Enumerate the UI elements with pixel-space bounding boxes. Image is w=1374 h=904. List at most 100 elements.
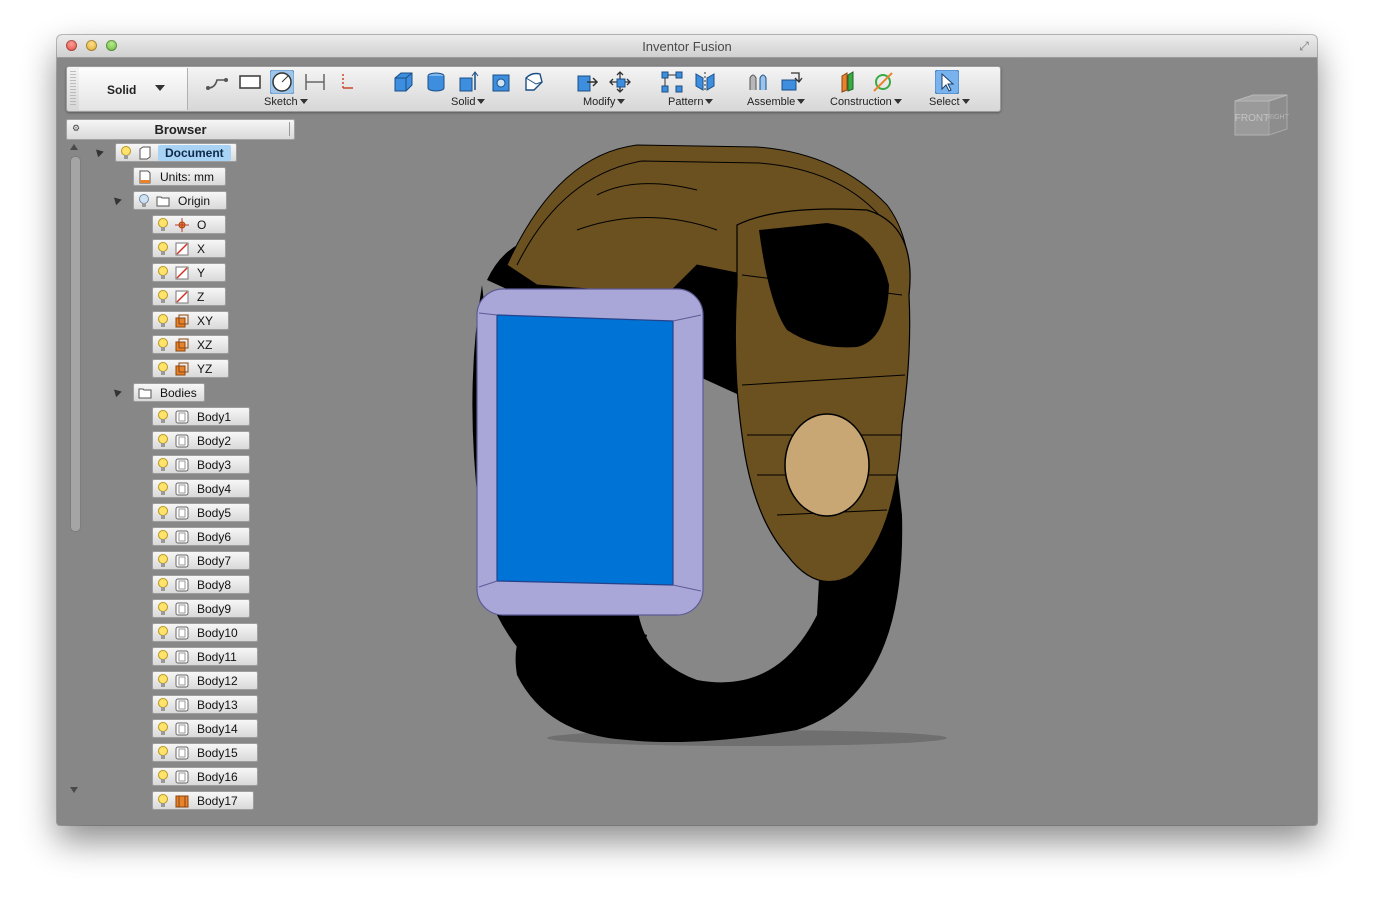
tree-node-label: Z xyxy=(197,289,205,304)
mirror-icon[interactable] xyxy=(693,70,717,94)
tree-node-label: Body3 xyxy=(197,457,232,472)
group-label-modify[interactable]: Modify xyxy=(583,96,626,108)
viewcube[interactable]: FRONT RIGHT xyxy=(1229,91,1295,145)
tree-node-body[interactable]: Body4 xyxy=(152,479,250,498)
tree-node-units[interactable]: Units: mm xyxy=(133,167,226,186)
tree-node-document[interactable]: Document xyxy=(115,143,237,162)
tree-node-body[interactable]: Body3 xyxy=(152,455,250,474)
tree-node-body[interactable]: Body6 xyxy=(152,527,250,546)
tree-node-body[interactable]: Body9 xyxy=(152,599,250,618)
visibility-bulb-icon[interactable] xyxy=(157,265,169,280)
body-icon xyxy=(175,795,189,807)
visibility-bulb-icon[interactable] xyxy=(157,313,169,328)
group-label-sketch[interactable]: Sketch xyxy=(264,96,308,108)
revolve-icon[interactable] xyxy=(489,70,513,94)
move-icon[interactable] xyxy=(608,70,632,94)
tree-node-body[interactable]: Body10 xyxy=(152,623,258,642)
scroll-down-icon[interactable] xyxy=(70,787,78,793)
group-label-pattern[interactable]: Pattern xyxy=(668,96,714,108)
tree-node-plane-xy[interactable]: XY xyxy=(152,311,229,330)
sketch-rectangle-icon[interactable] xyxy=(238,70,262,94)
sketch-dimension-icon[interactable] xyxy=(303,70,327,94)
visibility-bulb-icon[interactable] xyxy=(157,697,169,712)
work-axis-icon[interactable] xyxy=(871,70,895,94)
tree-node-body[interactable]: Body16 xyxy=(152,767,258,786)
tree-node-plane-xz[interactable]: XZ xyxy=(152,335,229,354)
select-arrow-icon[interactable] xyxy=(935,70,959,94)
cylinder-icon[interactable] xyxy=(424,70,448,94)
visibility-bulb-icon[interactable] xyxy=(157,433,169,448)
tree-node-body[interactable]: Body17 xyxy=(152,791,254,810)
group-label-construction[interactable]: Construction xyxy=(830,96,902,108)
expander-bodies-icon[interactable] xyxy=(111,386,122,398)
tree-node-body[interactable]: Body15 xyxy=(152,743,258,762)
visibility-bulb-icon[interactable] xyxy=(157,745,169,760)
visibility-bulb-icon[interactable] xyxy=(157,361,169,376)
visibility-bulb-icon[interactable] xyxy=(157,673,169,688)
rectangular-pattern-icon[interactable] xyxy=(660,70,684,94)
visibility-bulb-icon[interactable] xyxy=(157,529,169,544)
sketch-constraint-icon[interactable] xyxy=(335,70,359,94)
visibility-bulb-icon[interactable] xyxy=(157,217,169,232)
axis-icon xyxy=(175,290,189,303)
visibility-bulb-icon[interactable] xyxy=(157,625,169,640)
visibility-bulb-icon[interactable] xyxy=(157,793,169,808)
tree-node-body[interactable]: Body11 xyxy=(152,647,258,666)
tree-node-origin-point[interactable]: O xyxy=(152,215,226,234)
tree-node-body[interactable]: Body12 xyxy=(152,671,258,690)
visibility-bulb-icon[interactable] xyxy=(157,505,169,520)
tree-node-plane-yz[interactable]: YZ xyxy=(152,359,229,378)
3d-viewport[interactable] xyxy=(397,135,997,765)
tree-node-bodies[interactable]: Bodies xyxy=(133,383,205,402)
press-pull-icon[interactable] xyxy=(575,70,599,94)
visibility-bulb-icon[interactable] xyxy=(120,145,132,160)
tree-node-axis-x[interactable]: X xyxy=(152,239,226,258)
visibility-bulb-icon[interactable] xyxy=(157,649,169,664)
tree-node-body[interactable]: Body13 xyxy=(152,695,258,714)
constrain-icon[interactable] xyxy=(746,70,770,94)
tree-node-body[interactable]: Body7 xyxy=(152,551,250,570)
visibility-bulb-icon[interactable] xyxy=(157,457,169,472)
group-label-solid[interactable]: Solid xyxy=(451,96,486,108)
tree-node-body[interactable]: Body8 xyxy=(152,575,250,594)
scroll-thumb[interactable] xyxy=(70,156,81,532)
sketch-circle-icon[interactable] xyxy=(270,70,294,94)
sketch-line-icon[interactable] xyxy=(205,70,229,94)
visibility-bulb-icon[interactable] xyxy=(157,601,169,616)
scroll-up-icon[interactable] xyxy=(70,144,78,150)
panel-resize-handle[interactable] xyxy=(289,122,293,136)
visibility-bulb-icon[interactable] xyxy=(157,481,169,496)
browser-scrollbar[interactable] xyxy=(68,142,81,795)
box-icon[interactable] xyxy=(391,70,415,94)
visibility-bulb-icon[interactable] xyxy=(157,289,169,304)
viewcube-front-face[interactable]: FRONT xyxy=(1235,113,1269,124)
tree-node-body[interactable]: Body14 xyxy=(152,719,258,738)
viewcube-right-face[interactable]: RIGHT xyxy=(1267,114,1290,121)
tree-node-axis-z[interactable]: Z xyxy=(152,287,226,306)
visibility-bulb-icon[interactable] xyxy=(157,769,169,784)
visibility-bulb-icon[interactable] xyxy=(157,721,169,736)
visibility-bulb-icon[interactable] xyxy=(157,553,169,568)
loft-icon[interactable] xyxy=(522,70,546,94)
visibility-bulb-icon[interactable] xyxy=(157,241,169,256)
insert-component-icon[interactable] xyxy=(779,70,803,94)
work-plane-icon[interactable] xyxy=(838,70,862,94)
visibility-bulb-icon[interactable] xyxy=(157,409,169,424)
expander-document-icon[interactable] xyxy=(93,146,104,158)
tree-node-body[interactable]: Body5 xyxy=(152,503,250,522)
title-bar[interactable]: Inventor Fusion ⤢ xyxy=(57,35,1317,58)
tree-node-body[interactable]: Body1 xyxy=(152,407,250,426)
group-label-assemble[interactable]: Assemble xyxy=(747,96,806,108)
visibility-bulb-icon[interactable] xyxy=(157,337,169,352)
workspace-mode-dropdown[interactable]: Solid xyxy=(79,68,188,110)
tree-node-body[interactable]: Body2 xyxy=(152,431,250,450)
toolbar-grip[interactable] xyxy=(70,71,76,107)
visibility-bulb-icon[interactable] xyxy=(157,577,169,592)
tree-node-axis-y[interactable]: Y xyxy=(152,263,226,282)
fullscreen-icon[interactable]: ⤢ xyxy=(1297,39,1311,53)
extrude-icon[interactable] xyxy=(456,70,480,94)
group-label-select[interactable]: Select xyxy=(929,96,970,108)
visibility-bulb-icon[interactable] xyxy=(138,193,150,208)
expander-origin-icon[interactable] xyxy=(111,194,122,206)
tree-node-origin[interactable]: Origin xyxy=(133,191,227,210)
